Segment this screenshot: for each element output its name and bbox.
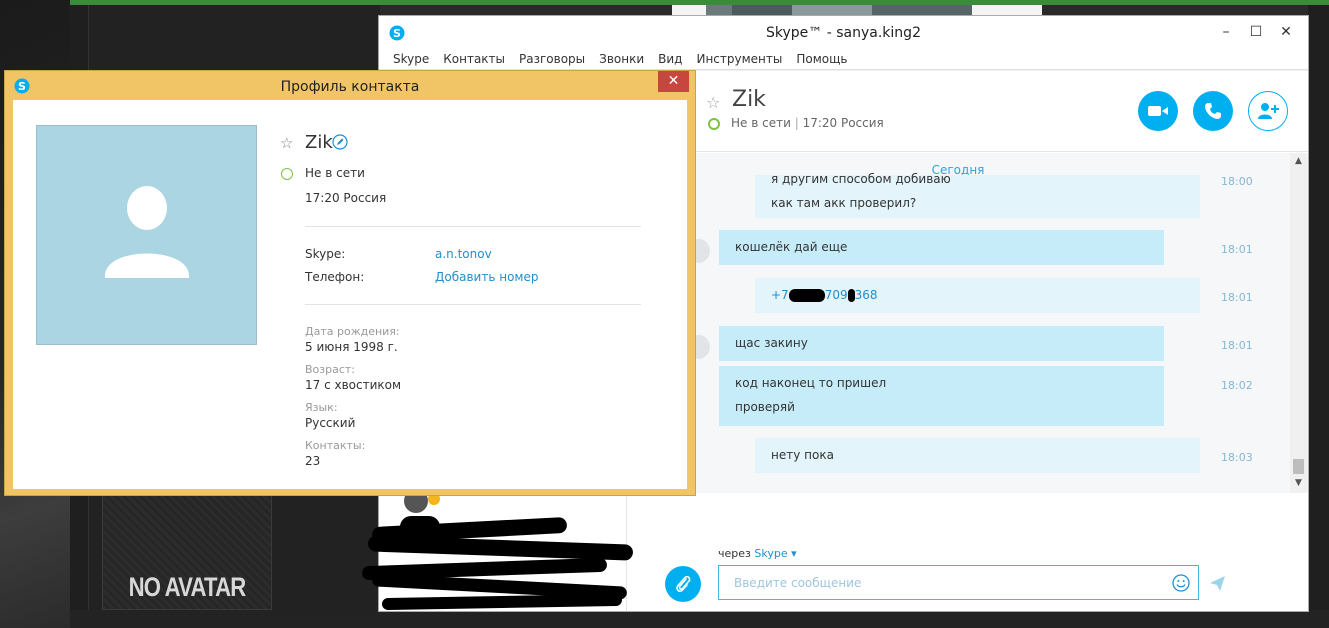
via-prefix: через <box>718 547 751 560</box>
status-text: Не в сети <box>731 116 791 130</box>
divider <box>305 304 641 305</box>
profile-status: Не в сети <box>305 166 365 180</box>
attach-button[interactable] <box>665 566 701 602</box>
message-composer: через Skype ▾ <box>628 493 1308 611</box>
message-text: как там акк проверил? <box>771 196 917 210</box>
conversation-panel: ☆ Zik Не в сети | 17:20 Россия Сегодня я… <box>628 71 1308 611</box>
message-bubble[interactable]: кошелёк дай еще <box>719 230 1164 265</box>
age-label: Возраст: <box>305 363 356 376</box>
no-avatar-text: NO AVATAR <box>128 572 247 602</box>
message-bubble[interactable]: щас закину <box>719 326 1164 361</box>
paperclip-icon <box>676 575 691 593</box>
skype-id-value[interactable]: a.n.tonov <box>435 247 492 261</box>
local-time-country: 17:20 Россия <box>802 116 884 130</box>
profile-contact-name: Zik <box>305 132 333 153</box>
message-text: проверяй <box>735 400 795 414</box>
favorite-star-icon[interactable]: ☆ <box>280 134 293 152</box>
language-label: Язык: <box>305 401 338 414</box>
close-button[interactable]: ✕ <box>1275 22 1297 42</box>
message-bubble[interactable]: я другим способом добиваю как там акк пр… <box>755 172 1200 218</box>
message-time: 18:03 <box>1221 451 1253 464</box>
via-service[interactable]: Skype ▾ <box>754 547 796 560</box>
divider <box>305 226 641 227</box>
message-text: кошелёк дай еще <box>735 240 848 254</box>
add-phone-link[interactable]: Добавить номер <box>435 270 538 284</box>
message-text: щас закину <box>735 336 808 350</box>
profile-close-button[interactable]: ✕ <box>658 71 689 92</box>
phone-icon <box>1205 103 1221 119</box>
phone-label: Телефон: <box>305 270 365 284</box>
phone-number-part[interactable]: 368 <box>855 288 878 302</box>
profile-photo <box>36 125 257 345</box>
redaction-scribble <box>788 289 825 302</box>
profile-local-time: 17:20 Россия <box>305 191 387 205</box>
message-bubble[interactable]: +7 709 368 <box>755 278 1200 313</box>
send-icon[interactable] <box>1209 575 1226 592</box>
message-text: код наконец то пришел <box>735 376 887 390</box>
video-call-button[interactable] <box>1138 91 1178 131</box>
contacts-count-value: 23 <box>305 454 321 468</box>
contact-profile-dialog: S Профиль контакта ✕ ☆ Zik Не в сети 17:… <box>4 70 696 496</box>
edit-name-icon[interactable] <box>332 134 348 150</box>
conversation-contact-name[interactable]: Zik <box>732 87 766 112</box>
language-value: Русский <box>305 416 356 430</box>
menu-bar: Skype Контакты Разговоры Звонки Вид Инст… <box>379 50 1308 70</box>
message-time: 18:02 <box>1221 379 1253 392</box>
menu-contacts[interactable]: Контакты <box>443 50 505 69</box>
favorite-star-icon[interactable]: ☆ <box>706 93 720 112</box>
menu-tools[interactable]: Инструменты <box>696 50 782 69</box>
audio-call-button[interactable] <box>1193 91 1233 131</box>
profile-dialog-title: Профиль контакта <box>280 79 420 95</box>
profile-content: ☆ Zik Не в сети 17:20 Россия Skype: a.n.… <box>13 100 687 489</box>
message-time: 18:01 <box>1221 339 1253 352</box>
scroll-down-arrow-icon[interactable]: ▼ <box>1290 475 1307 491</box>
menu-help[interactable]: Помощь <box>796 50 847 69</box>
menu-conversations[interactable]: Разговоры <box>519 50 585 69</box>
menu-view[interactable]: Вид <box>658 50 682 69</box>
maximize-button[interactable]: ☐ <box>1245 22 1267 42</box>
emoticon-icon[interactable] <box>1172 574 1190 592</box>
window-title: Skype™ - sanya.king2 <box>766 25 921 41</box>
message-text: я другим способом добиваю <box>771 172 951 186</box>
skype-titlebar[interactable]: S Skype™ - sanya.king2 – ☐ ✕ <box>379 16 1308 50</box>
offline-status-icon <box>708 118 720 130</box>
conversation-header: ☆ Zik Не в сети | 17:20 Россия <box>628 71 1308 152</box>
menu-skype[interactable]: Skype <box>393 50 429 69</box>
scroll-up-arrow-icon[interactable]: ▲ <box>1290 153 1307 169</box>
default-avatar-icon <box>105 186 189 278</box>
conversation-contact-status: Не в сети | 17:20 Россия <box>731 116 884 130</box>
send-via-selector[interactable]: через Skype ▾ <box>718 547 797 560</box>
add-person-icon <box>1258 103 1279 119</box>
profile-titlebar[interactable]: S Профиль контакта ✕ <box>5 71 695 101</box>
message-bubble[interactable]: код наконец то пришел проверяй <box>719 366 1164 426</box>
message-input[interactable] <box>718 565 1199 600</box>
message-scrollbar[interactable]: ▲ ▼ <box>1290 153 1307 493</box>
message-time: 18:00 <box>1221 175 1253 188</box>
add-contact-button[interactable] <box>1248 91 1288 131</box>
video-camera-icon <box>1148 106 1168 116</box>
phone-number-part[interactable]: 709 <box>825 288 848 302</box>
age-value: 17 с хвостиком <box>305 378 402 392</box>
offline-status-icon <box>281 168 293 180</box>
message-text: нету пока <box>771 448 834 462</box>
message-time: 18:01 <box>1221 243 1253 256</box>
redaction-scribble <box>847 289 855 302</box>
menu-calls[interactable]: Звонки <box>599 50 644 69</box>
no-avatar-image: NO AVATAR <box>102 492 272 610</box>
contacts-count-label: Контакты: <box>305 439 366 452</box>
message-history: Сегодня я другим способом добиваю как та… <box>628 153 1308 493</box>
background-window-edge <box>1308 5 1329 628</box>
message-bubble[interactable]: нету пока <box>755 438 1200 473</box>
birthday-label: Дата рождения: <box>305 325 400 338</box>
phone-number-part[interactable]: +7 <box>771 288 789 302</box>
background-window-bottom <box>70 610 1329 628</box>
message-time: 18:01 <box>1221 291 1253 304</box>
minimize-button[interactable]: – <box>1215 22 1237 42</box>
skype-id-label: Skype: <box>305 247 346 261</box>
scrollbar-thumb[interactable] <box>1293 459 1304 474</box>
birthday-value: 5 июня 1998 г. <box>305 340 398 354</box>
status-separator: | <box>794 116 803 130</box>
